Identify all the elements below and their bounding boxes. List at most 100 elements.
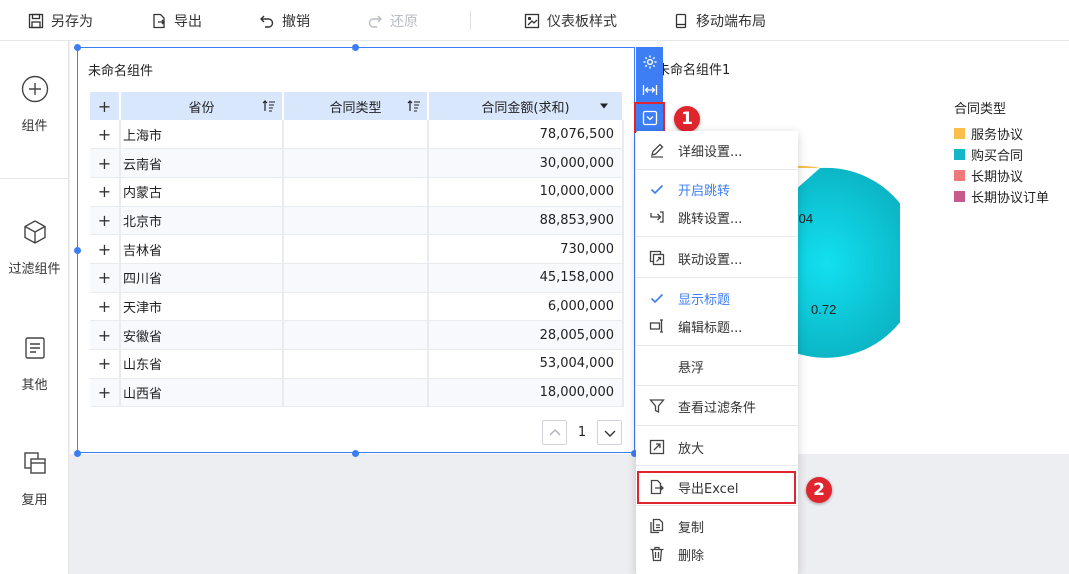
save-as-button[interactable]: 另存为 [28,0,93,41]
sidebar-item-filter[interactable]: 过滤组件 [0,218,69,277]
menu-divider [636,425,798,426]
table-row: + 天津市 6,000,000 [90,292,624,322]
row-expand-button[interactable]: + [90,378,121,408]
legend-title: 合同类型 [954,102,1007,117]
legend-item[interactable]: 购买合同 [954,144,1049,165]
resize-handle[interactable] [352,450,359,457]
legend-label: 长期协议订单 [971,191,1050,206]
export-button[interactable]: 导出 [151,0,202,41]
chevron-down-icon[interactable] [600,103,608,109]
menu-item-label: 放大 [678,441,705,457]
plus-circle-icon [21,75,48,103]
menu-item-show-title[interactable]: 显示标题 [636,285,798,311]
mobile-layout-button[interactable]: 移动端布局 [673,0,766,41]
sidebar-item-component[interactable]: 组件 [0,75,69,134]
column-header-label: 合同类型 [329,100,382,116]
row-expand-button[interactable]: + [90,292,121,322]
resize-handle[interactable] [74,247,81,254]
pencil-icon [651,143,664,158]
widget-stretch-button[interactable] [636,76,663,103]
menu-item-enable-jump[interactable]: 开启跳转 [636,176,798,202]
row-expand-button[interactable]: + [90,234,121,264]
chevron-down-icon [604,430,615,437]
province-cell: 北京市 [120,206,284,236]
menu-item-float[interactable]: 悬浮 [636,353,798,379]
toolbar-divider [470,11,471,30]
legend-label: 购买合同 [971,149,1024,164]
amount-cell: 45,158,000 [428,263,624,293]
data-table: + 省份 合同类型 合同金额(求和) + 上海市 78,076,500 + 云南省 30… [90,92,624,408]
legend-item[interactable]: 长期协议 [954,165,1049,186]
legend-label: 长期协议 [971,170,1024,185]
menu-divider [636,465,798,466]
resize-handle[interactable] [74,450,81,457]
link-window-icon [649,250,665,266]
row-expand-button[interactable]: + [90,320,121,350]
menu-item-delete[interactable]: 删除 [636,541,798,567]
resize-handle[interactable] [74,44,81,51]
undo-button[interactable]: 撤销 [259,0,310,41]
menu-item-view-filters[interactable]: 查看过滤条件 [636,393,798,419]
expand-all-button[interactable]: + [90,92,121,120]
menu-item-jump-settings[interactable]: 跳转设置... [636,204,798,230]
check-icon [650,293,664,304]
row-expand-button[interactable]: + [90,177,121,207]
undo-icon [260,15,274,28]
contract-type-cell [283,320,429,350]
table-widget[interactable]: 未命名组件 + 省份 合同类型 合同金额(求和) + 上海市 78,076,50… [77,47,635,453]
column-header-province[interactable]: 省份 [120,92,284,120]
legend-swatch [954,191,965,202]
province-cell: 山西省 [120,378,284,408]
sidebar-item-label: 复用 [21,493,48,508]
menu-divider [636,505,798,506]
row-expand-button[interactable]: + [90,349,121,379]
row-expand-button[interactable]: + [90,206,121,236]
row-expand-button[interactable]: + [90,148,121,178]
menu-item-label: 查看过滤条件 [678,400,757,416]
menu-item-linkage-settings[interactable]: 联动设置... [636,245,798,271]
row-expand-button[interactable]: + [90,120,121,150]
row-expand-button[interactable]: + [90,263,121,293]
chevron-up-icon [549,428,560,435]
callout-step-1: 1 [674,106,700,132]
menu-item-copy[interactable]: 复制 [636,513,798,539]
sort-icon[interactable] [262,100,276,112]
sidebar-item-other[interactable]: 其他 [0,334,69,393]
top-toolbar: 另存为 导出 撤销 还原 仪表板样式 移动端布局 [0,0,1069,41]
menu-item-edit-title[interactable]: 编辑标题... [636,313,798,339]
component-sidebar: 组件 过滤组件 其他 复用 [0,41,69,574]
resize-handle[interactable] [352,44,359,51]
widget-settings-button[interactable] [636,48,663,75]
document-icon [24,337,45,359]
province-cell: 天津市 [120,292,284,322]
jump-arrow-icon [650,211,664,223]
redo-label: 还原 [390,13,418,30]
next-page-button[interactable] [597,420,622,445]
sort-icon[interactable] [407,100,421,112]
column-header-label: 省份 [188,100,215,116]
dashboard-style-button[interactable]: 仪表板样式 [524,0,617,41]
highlight-box-menu-button [634,102,665,133]
sidebar-item-reuse[interactable]: 复用 [0,449,69,508]
mobile-layout-label: 移动端布局 [696,13,766,30]
legend-item[interactable]: 服务协议 [954,123,1049,144]
prev-page-button[interactable] [542,420,567,445]
export-icon [153,13,165,28]
contract-type-cell [283,234,429,264]
zoom-icon [649,439,665,455]
menu-item-zoom[interactable]: 放大 [636,434,798,460]
legend-item[interactable]: 长期协议订单 [954,186,1049,207]
check-icon [650,184,664,195]
menu-item-detail-settings[interactable]: 详细设置... [636,137,798,163]
copy-stack-icon [23,452,46,474]
sidebar-item-label: 其他 [21,378,48,393]
redo-icon [368,15,382,28]
contract-type-cell [283,120,429,150]
redo-button[interactable]: 还原 [367,0,418,41]
column-header-amount[interactable]: 合同金额(求和) [428,92,624,120]
highlight-box-export-excel [637,471,796,504]
column-header-contract-type[interactable]: 合同类型 [283,92,429,120]
table-row: + 安徽省 28,005,000 [90,320,624,350]
province-cell: 吉林省 [120,234,284,264]
contract-type-cell [283,177,429,207]
